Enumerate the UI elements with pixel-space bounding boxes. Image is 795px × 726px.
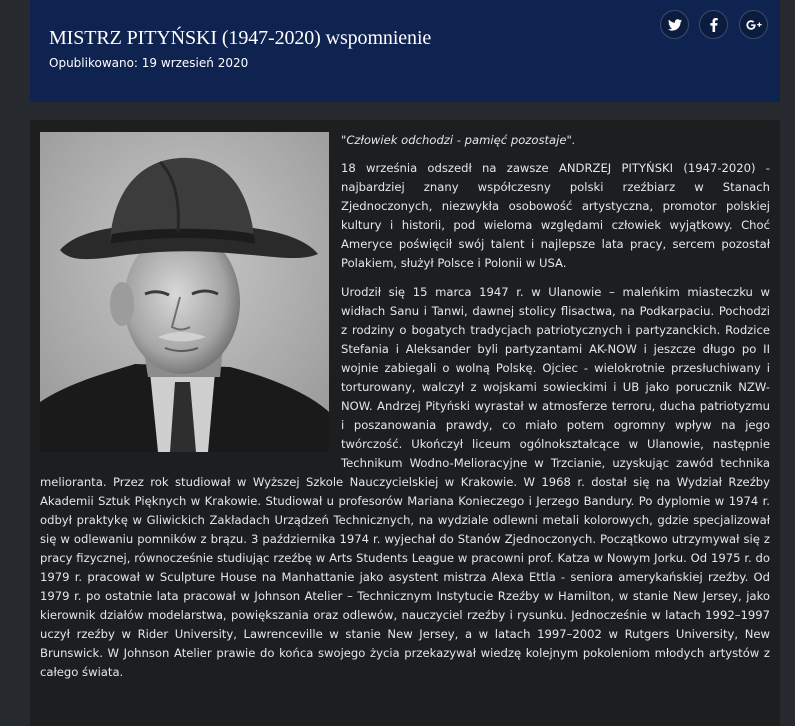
published-date: Opublikowano: 19 wrzesień 2020 bbox=[49, 56, 249, 70]
twitter-icon bbox=[667, 18, 682, 31]
article-content: "Człowiek odchodzi - pamięć pozostaje". … bbox=[30, 120, 780, 726]
facebook-icon bbox=[709, 17, 718, 32]
portrait-photo bbox=[40, 132, 329, 452]
article-header: MISTRZ PITYŃSKI (1947-2020) wspomnienie … bbox=[30, 0, 780, 102]
page-title: MISTRZ PITYŃSKI (1947-2020) wspomnienie bbox=[49, 27, 432, 49]
google-plus-icon bbox=[745, 19, 762, 31]
twitter-share-button[interactable] bbox=[660, 10, 689, 39]
google-plus-share-button[interactable] bbox=[739, 10, 768, 39]
facebook-share-button[interactable] bbox=[699, 10, 728, 39]
